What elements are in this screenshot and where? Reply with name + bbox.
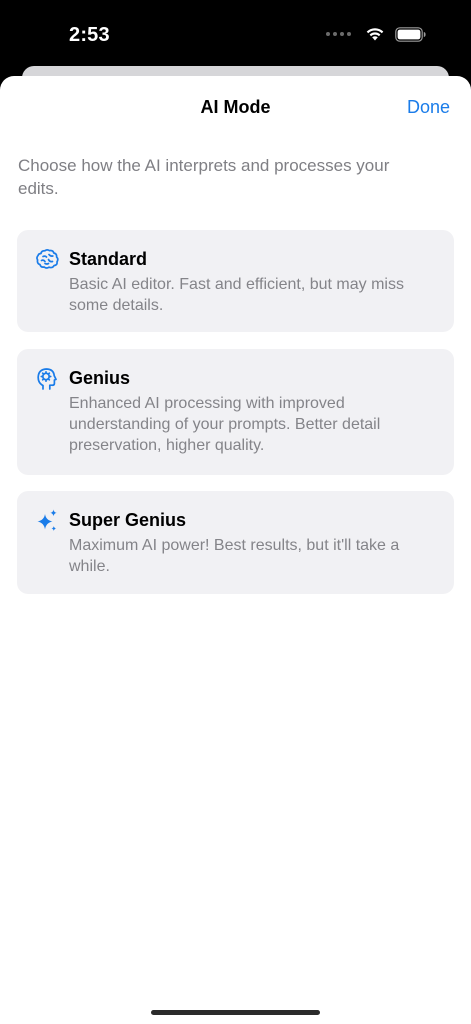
option-description: Maximum AI power! Best results, but it'l… (69, 537, 400, 575)
option-super-genius[interactable]: Super Genius Maximum AI power! Best resu… (17, 491, 454, 594)
brain-icon (36, 249, 59, 269)
option-genius[interactable]: Genius Enhanced AI processing with impro… (17, 349, 454, 475)
sheet-title: AI Mode (200, 97, 271, 117)
brain-head-icon (37, 368, 57, 390)
battery-icon (395, 26, 426, 42)
wifi-icon (366, 28, 384, 41)
option-title: Standard (69, 249, 148, 269)
sparkles-icon (37, 509, 57, 531)
option-description: Basic AI editor. Fast and efficient, but… (69, 276, 404, 314)
intro-text: Choose how the AI interprets and process… (18, 156, 390, 198)
option-title: Genius (69, 368, 131, 388)
ai-mode-sheet: AI Mode Done Choose how the AI interpret… (0, 76, 471, 1024)
option-standard[interactable]: Standard Basic AI editor. Fast and effic… (17, 230, 454, 332)
option-title: Super Genius (69, 510, 187, 530)
status-time: 2:53 (69, 24, 110, 46)
option-description: Enhanced AI processing with improved und… (69, 395, 381, 454)
cellular-signal-icon (326, 32, 351, 36)
status-bar: 2:53 (0, 0, 471, 70)
done-button[interactable]: Done (407, 97, 450, 118)
status-icons (326, 26, 427, 42)
home-indicator (151, 1010, 320, 1015)
